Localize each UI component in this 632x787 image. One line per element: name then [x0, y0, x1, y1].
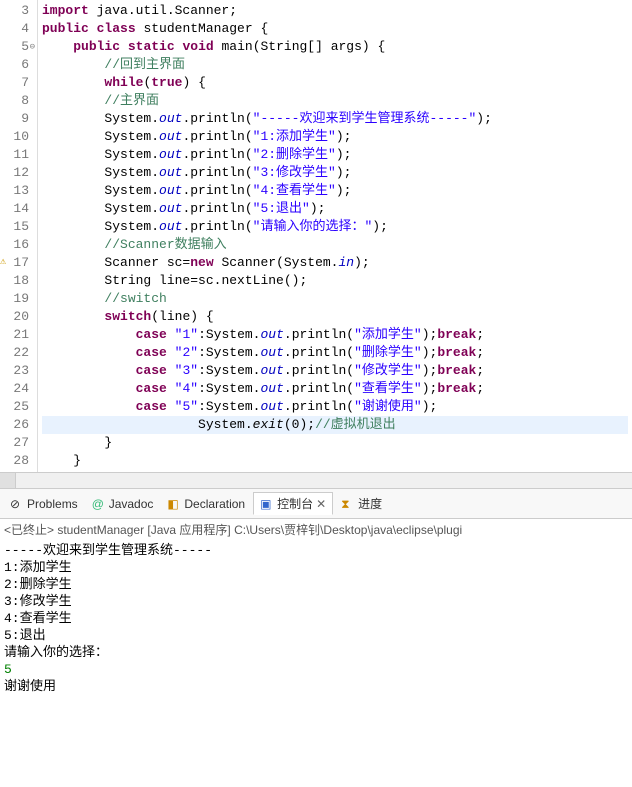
gutter-line: 3 [2, 2, 29, 20]
console-output-line: 5:退出 [4, 627, 628, 644]
console-output-line: 3:修改学生 [4, 593, 628, 610]
gutter-line: 5⊖ [2, 38, 29, 56]
code-line-highlighted: System.exit(0);//虚拟机退出 [42, 416, 628, 434]
gutter-line: 13 [2, 182, 29, 200]
progress-icon: ⧗ [341, 497, 355, 511]
code-line: System.out.println("5:退出"); [42, 200, 628, 218]
console-output-line: 2:删除学生 [4, 576, 628, 593]
gutter-line: 7 [2, 74, 29, 92]
console-output[interactable]: -----欢迎来到学生管理系统-----1:添加学生2:删除学生3:修改学生4:… [0, 540, 632, 697]
console-icon: ▣ [260, 497, 274, 511]
console-output-line: 请输入你的选择： [4, 644, 628, 661]
gutter-line: 11 [2, 146, 29, 164]
code-line: case "1":System.out.println("添加学生");brea… [42, 326, 628, 344]
code-line: } [42, 434, 628, 452]
code-line: //switch [42, 290, 628, 308]
fold-icon[interactable]: ⊖ [30, 38, 35, 56]
code-line: System.out.println("4:查看学生"); [42, 182, 628, 200]
code-line: System.out.println("请输入你的选择："); [42, 218, 628, 236]
console-output-line: 4:查看学生 [4, 610, 628, 627]
gutter-line: ⚠17 [2, 254, 29, 272]
code-line: System.out.println("1:添加学生"); [42, 128, 628, 146]
code-line: Scanner sc=new Scanner(System.in); [42, 254, 628, 272]
gutter-line: 19 [2, 290, 29, 308]
code-line: System.out.println("-----欢迎来到学生管理系统-----… [42, 110, 628, 128]
gutter-line: 24 [2, 380, 29, 398]
gutter-line: 9 [2, 110, 29, 128]
gutter-line: 10 [2, 128, 29, 146]
gutter-line: 27 [2, 434, 29, 452]
gutter-line: 4 [2, 20, 29, 38]
tab-progress[interactable]: ⧗进度 [335, 493, 388, 514]
gutter-line: 15 [2, 218, 29, 236]
code-editor[interactable]: 3 4 5⊖ 6 7 8 9 10 11 12 13 14 15 16 ⚠17 … [0, 0, 632, 472]
console-output-line: -----欢迎来到学生管理系统----- [4, 542, 628, 559]
javadoc-icon: @ [92, 497, 106, 511]
gutter-line: 8 [2, 92, 29, 110]
code-line: case "4":System.out.println("查看学生");brea… [42, 380, 628, 398]
problems-icon: ⊘ [10, 497, 24, 511]
code-line: case "5":System.out.println("谢谢使用"); [42, 398, 628, 416]
gutter-line: 25 [2, 398, 29, 416]
code-line: while(true) { [42, 74, 628, 92]
gutter-line: 14 [2, 200, 29, 218]
code-line: //主界面 [42, 92, 628, 110]
code-line: } [42, 452, 628, 470]
code-line: //回到主界面 [42, 56, 628, 74]
code-line: String line=sc.nextLine(); [42, 272, 628, 290]
console-input-line: 5 [4, 661, 628, 678]
gutter-line: 28 [2, 452, 29, 470]
horizontal-scrollbar[interactable] [0, 472, 632, 488]
declaration-icon: ◧ [167, 497, 181, 511]
line-gutter: 3 4 5⊖ 6 7 8 9 10 11 12 13 14 15 16 ⚠17 … [0, 0, 38, 472]
code-line: //Scanner数据输入 [42, 236, 628, 254]
view-tabs: ⊘Problems @Javadoc ◧Declaration ▣控制台 ✕ ⧗… [0, 488, 632, 519]
gutter-line: 12 [2, 164, 29, 182]
console-view: <已终止> studentManager [Java 应用程序] C:\User… [0, 519, 632, 697]
gutter-line: 16 [2, 236, 29, 254]
console-output-line: 1:添加学生 [4, 559, 628, 576]
console-output-line: 谢谢使用 [4, 678, 628, 695]
gutter-line: 23 [2, 362, 29, 380]
tab-console[interactable]: ▣控制台 ✕ [253, 492, 333, 515]
code-line: case "3":System.out.println("修改学生");brea… [42, 362, 628, 380]
gutter-line: 20 [2, 308, 29, 326]
code-line: case "2":System.out.println("删除学生");brea… [42, 344, 628, 362]
code-line: System.out.println("3:修改学生"); [42, 164, 628, 182]
code-line: public class studentManager { [42, 20, 628, 38]
code-line: System.out.println("2:删除学生"); [42, 146, 628, 164]
gutter-line: 21 [2, 326, 29, 344]
gutter-line: 18 [2, 272, 29, 290]
gutter-line: 22 [2, 344, 29, 362]
close-icon[interactable]: ✕ [316, 497, 326, 511]
gutter-line: 26 [2, 416, 29, 434]
tab-declaration[interactable]: ◧Declaration [161, 495, 251, 513]
tab-problems[interactable]: ⊘Problems [4, 495, 84, 513]
warning-icon[interactable]: ⚠ [0, 254, 6, 272]
code-area[interactable]: import java.util.Scanner; public class s… [38, 0, 632, 472]
console-header: <已终止> studentManager [Java 应用程序] C:\User… [0, 519, 632, 540]
code-line: switch(line) { [42, 308, 628, 326]
tab-javadoc[interactable]: @Javadoc [86, 495, 160, 513]
gutter-line: 6 [2, 56, 29, 74]
code-line: public static void main(String[] args) { [42, 38, 628, 56]
code-line: import java.util.Scanner; [42, 2, 628, 20]
